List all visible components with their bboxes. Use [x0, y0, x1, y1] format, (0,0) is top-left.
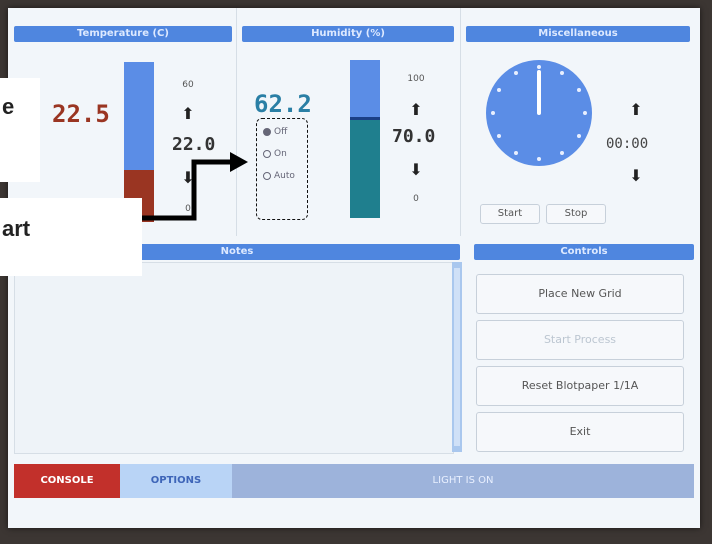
humidity-bar [350, 60, 380, 218]
humidity-scale-top: 100 [407, 74, 425, 84]
stop-button[interactable]: Stop [546, 204, 606, 224]
notes-scroll-thumb[interactable] [454, 268, 460, 446]
humidity-setpoint: 70.0 [392, 126, 436, 147]
timer-display: 00:00 [606, 136, 649, 152]
start-process-button[interactable]: Start Process [476, 320, 684, 360]
timer-down-arrow[interactable]: ⬇ [626, 166, 646, 185]
console-tab[interactable]: CONSOLE [14, 464, 120, 498]
temperature-up-arrow[interactable]: ⬆ [178, 104, 198, 123]
notes-scrollbar[interactable] [452, 262, 462, 452]
humidity-down-arrow[interactable]: ⬇ [406, 160, 426, 179]
timer-up-arrow[interactable]: ⬆ [626, 100, 646, 119]
reset-blotpaper-button[interactable]: Reset Blotpaper 1/1A [476, 366, 684, 406]
place-new-grid-button[interactable]: Place New Grid [476, 274, 684, 314]
humidity-up-arrow[interactable]: ⬆ [406, 100, 426, 119]
start-button[interactable]: Start [480, 204, 540, 224]
clock-icon [486, 60, 592, 166]
humidity-current-value: 62.2 [254, 90, 312, 118]
temperature-scale-top: 60 [182, 80, 194, 90]
status-bar: LIGHT IS ON [232, 464, 694, 498]
humidity-panel: Humidity (%) 62.2 Off On Auto 100 ⬆ 70.0… [236, 8, 461, 236]
radio-dot-icon [263, 127, 271, 136]
misc-panel: Miscellaneous ⬆ 00:00 ⬇ Start Stop [460, 8, 700, 236]
temperature-header: Temperature (C) [14, 26, 232, 42]
humidity-mode-off[interactable]: Off [263, 127, 287, 137]
callout-bottom: art [0, 198, 142, 276]
temperature-current-value: 22.5 [52, 100, 110, 128]
misc-header: Miscellaneous [466, 26, 690, 42]
options-tab[interactable]: OPTIONS [120, 464, 232, 498]
humidity-scale-bottom: 0 [413, 194, 419, 204]
humidity-header: Humidity (%) [242, 26, 454, 42]
callout-top: e [0, 78, 40, 182]
exit-button[interactable]: Exit [476, 412, 684, 452]
notes-area[interactable] [14, 262, 454, 454]
humidity-bar-fill [350, 117, 380, 218]
controls-header: Controls [474, 244, 694, 260]
